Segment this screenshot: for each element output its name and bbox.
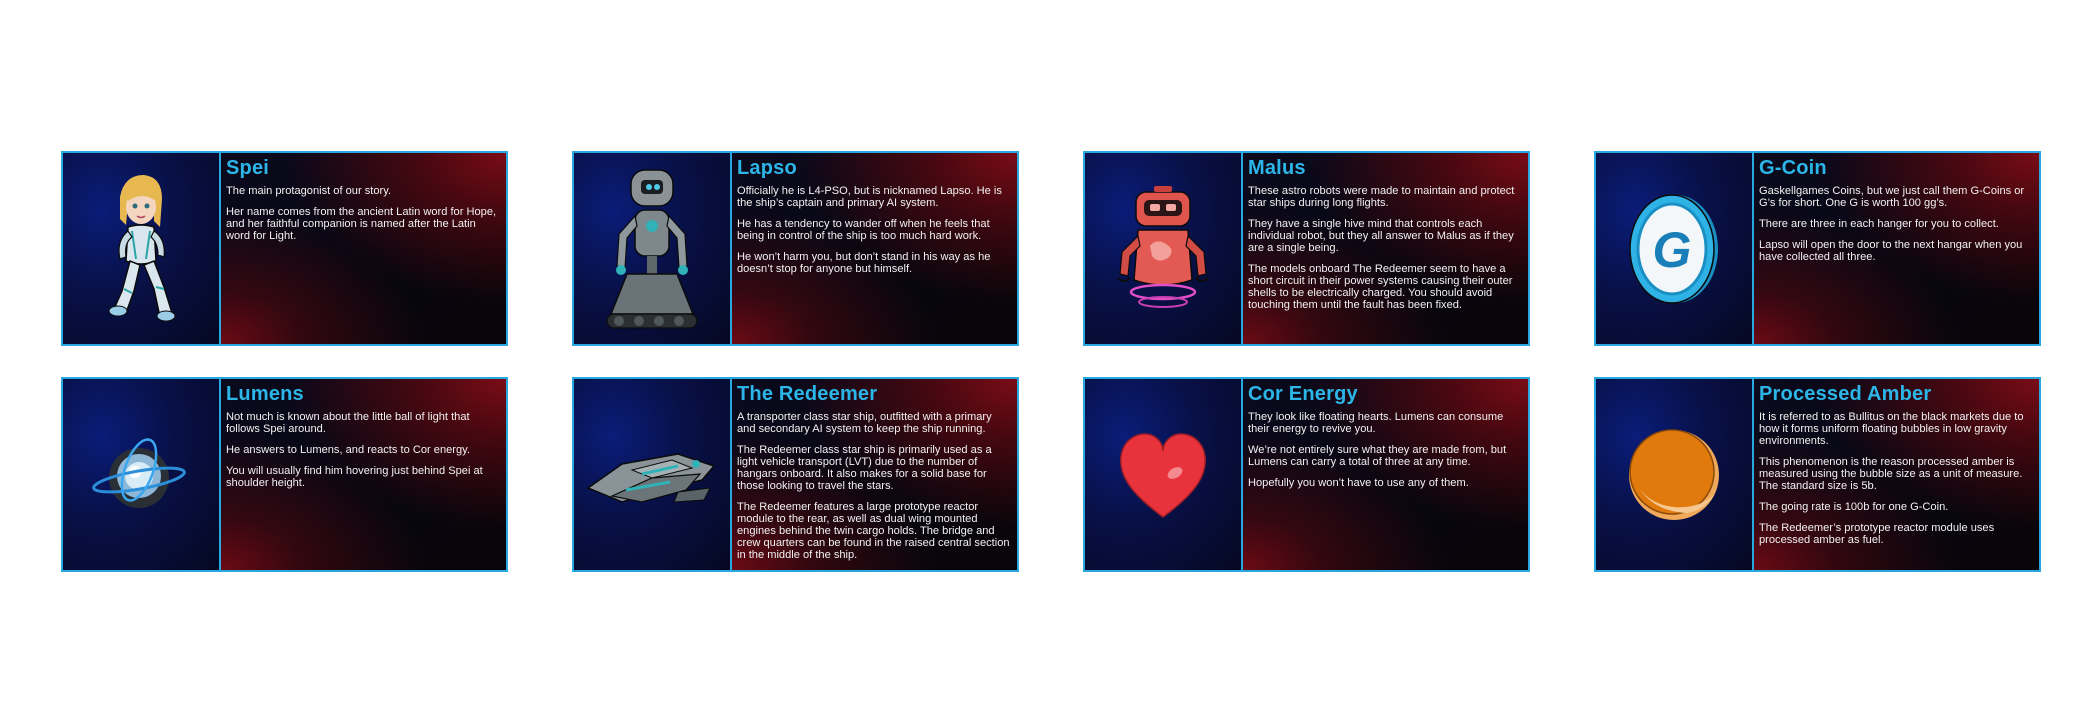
- amber-bubble-icon: [1629, 428, 1719, 520]
- card-paragraph: They have a single hive mind that contro…: [1248, 218, 1514, 254]
- card-the-redeemer: The Redeemer A transporter class star sh…: [572, 377, 1019, 572]
- card-title: Processed Amber: [1759, 383, 1932, 405]
- card-thumbnail: [574, 153, 732, 344]
- card-thumbnail: [63, 153, 221, 344]
- card-body: Processed Amber It is referred to as Bul…: [1754, 379, 2039, 570]
- card-paragraph: The Redeemer features a large prototype …: [737, 501, 1010, 561]
- card-thumbnail: [574, 379, 732, 570]
- girl-character-icon: [108, 174, 176, 321]
- card-paragraph: He answers to Lumens, and reacts to Cor …: [226, 444, 470, 456]
- card-thumbnail: [1085, 153, 1243, 344]
- card-paragraph: It is referred to as Bullitus on the bla…: [1759, 411, 2024, 447]
- card-processed-amber: Processed Amber It is referred to as Bul…: [1594, 377, 2041, 572]
- card-body: Lumens Not much is known about the littl…: [221, 379, 506, 570]
- card-paragraph: Gaskellgames Coins, but we just call the…: [1759, 185, 2025, 209]
- card-malus: Malus These astro robots were made to ma…: [1083, 151, 1530, 346]
- card-paragraph: The Redeemer class star ship is primaril…: [737, 444, 992, 492]
- heart-icon: [1120, 432, 1206, 518]
- card-body: Cor Energy They look like floating heart…: [1243, 379, 1528, 570]
- card-paragraph: A transporter class star ship, outfitted…: [737, 411, 992, 435]
- card-paragraph: They look like floating hearts. Lumens c…: [1248, 411, 1504, 435]
- card-spei: Spei The main protagonist of our story. …: [61, 151, 508, 346]
- card-title: Lapso: [737, 157, 797, 179]
- card-title: Lumens: [226, 383, 304, 405]
- card-lapso: Lapso Officially he is L4-PSO, but is ni…: [572, 151, 1019, 346]
- card-title: Spei: [226, 157, 270, 179]
- card-body: Spei The main protagonist of our story. …: [221, 153, 506, 344]
- card-thumbnail: [63, 379, 221, 570]
- card-body: The Redeemer A transporter class star sh…: [732, 379, 1017, 570]
- svg-text:G: G: [1653, 222, 1692, 278]
- g-coin-icon: G: [1629, 193, 1718, 304]
- card-paragraph: Officially he is L4-PSO, but is nickname…: [737, 185, 1002, 209]
- card-g-coin: G G-Coin Gaskellgames Coins, but we just…: [1594, 151, 2041, 346]
- card-title: G-Coin: [1759, 157, 1827, 179]
- card-title: The Redeemer: [737, 383, 878, 405]
- card-paragraph: The main protagonist of our story.: [226, 185, 392, 197]
- card-title: Malus: [1248, 157, 1306, 179]
- card-paragraph: The Redeemer’s prototype reactor module …: [1759, 522, 1995, 546]
- card-paragraph: The going rate is 100b for one G-Coin.: [1759, 501, 1949, 513]
- card-paragraph: Lapso will open the door to the next han…: [1759, 239, 2023, 263]
- card-paragraph: Not much is known about the little ball …: [226, 411, 470, 435]
- card-paragraph: He has a tendency to wander off when he …: [737, 218, 990, 242]
- card-paragraph: He won’t harm you, but don’t stand in hi…: [737, 251, 991, 275]
- card-cor-energy: Cor Energy They look like floating heart…: [1083, 377, 1530, 572]
- card-thumbnail: [1596, 379, 1754, 570]
- card-paragraph: This phenomenon is the reason processed …: [1759, 456, 2023, 492]
- red-astro-robot-icon: [1117, 185, 1209, 308]
- robot-tank-icon: [606, 168, 698, 329]
- card-thumbnail: [1085, 379, 1243, 570]
- card-paragraph: Her name comes from the ancient Latin wo…: [226, 206, 497, 242]
- card-paragraph: The models onboard The Redeemer seem to …: [1248, 263, 1513, 311]
- card-body: Malus These astro robots were made to ma…: [1243, 153, 1528, 344]
- card-paragraph: There are three in each hanger for you t…: [1759, 218, 1999, 230]
- card-lumens: Lumens Not much is known about the littl…: [61, 377, 508, 572]
- card-thumbnail: G: [1596, 153, 1754, 344]
- card-paragraph: These astro robots were made to maintain…: [1248, 185, 1515, 209]
- card-body: G-Coin Gaskellgames Coins, but we just c…: [1754, 153, 2039, 344]
- starship-icon: [586, 452, 716, 503]
- card-paragraph: Hopefully you won’t have to use any of t…: [1248, 477, 1469, 489]
- card-paragraph: You will usually find him hovering just …: [226, 465, 483, 489]
- card-title: Cor Energy: [1248, 383, 1358, 405]
- card-body: Lapso Officially he is L4-PSO, but is ni…: [732, 153, 1017, 344]
- card-paragraph: We’re not entirely sure what they are ma…: [1248, 444, 1507, 468]
- light-orb-icon: [92, 437, 186, 508]
